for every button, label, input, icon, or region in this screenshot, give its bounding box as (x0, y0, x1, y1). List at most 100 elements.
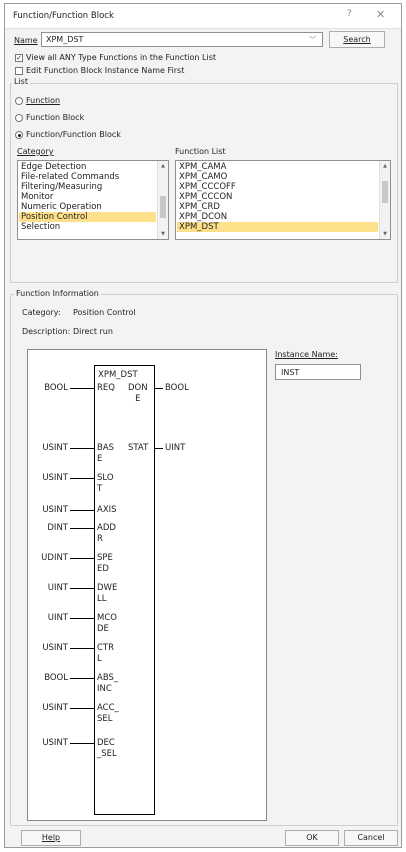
input-type-label: DINT (47, 523, 68, 533)
input-type-label: USINT (42, 703, 68, 713)
input-pin-label: AXIS (97, 505, 117, 515)
list-item[interactable]: Monitor (21, 192, 156, 202)
instance-name-label: Instance Name: (275, 350, 338, 359)
scroll-up-icon[interactable]: ▲ (158, 163, 168, 169)
radio-function-or-block-label[interactable]: Function/Function Block (26, 130, 121, 139)
search-label: Search (343, 35, 371, 44)
list-item[interactable]: XPM_CCCON (179, 192, 378, 202)
info-category-value: Position Control (73, 308, 136, 317)
list-item[interactable]: XPM_DCON (179, 212, 378, 222)
category-list[interactable]: Edge Detection File-related Commands Fil… (17, 160, 169, 240)
info-description-label: Description: (22, 327, 71, 336)
input-type-label: USINT (42, 473, 68, 483)
scroll-up-icon[interactable]: ▲ (380, 163, 390, 169)
list-item-selected[interactable]: Position Control (19, 212, 156, 222)
output-pin-label: DON E (128, 383, 148, 404)
cancel-button[interactable]: Cancel (344, 830, 398, 846)
instance-name-value: INST (281, 368, 300, 377)
edit-instance-first-label[interactable]: Edit Function Block Instance Name First (26, 66, 184, 75)
instance-name-input[interactable]: INST (275, 364, 361, 380)
scrollbar-thumb[interactable] (160, 196, 166, 218)
function-block-dialog: Function/Function Block ? ✕ Name XPM_DST… (4, 3, 402, 848)
input-type-label: UDINT (41, 553, 68, 563)
list-item[interactable]: Filtering/Measuring (21, 182, 156, 192)
input-type-label: UINT (47, 583, 68, 593)
scroll-down-icon[interactable]: ▼ (380, 231, 390, 237)
input-pin-label: SPE ED (97, 553, 113, 574)
scroll-down-icon[interactable]: ▼ (158, 231, 168, 237)
chevron-down-icon[interactable]: ﹀ (309, 35, 316, 45)
radio-function-or-block[interactable] (15, 131, 23, 139)
output-type-label: BOOL (165, 383, 189, 393)
input-wire (70, 558, 94, 559)
radio-function-block-label[interactable]: Function Block (26, 113, 84, 122)
input-wire (70, 388, 94, 389)
block-name: XPM_DST (98, 370, 138, 380)
search-button[interactable]: Search (329, 31, 385, 48)
output-pin-label: STAT (128, 443, 149, 453)
category-label: Category (17, 147, 54, 156)
input-pin-label: CTR L (97, 643, 115, 664)
function-list[interactable]: XPM_CAMA XPM_CAMO XPM_CCCOFF XPM_CCCON X… (175, 160, 391, 240)
scrollbar-thumb[interactable] (382, 181, 388, 203)
close-icon[interactable]: ✕ (376, 8, 385, 21)
input-pin-label: ABS_ INC (97, 673, 119, 694)
list-item[interactable]: XPM_CAMA (179, 162, 378, 172)
input-wire (70, 510, 94, 511)
edit-instance-first-checkbox[interactable] (15, 67, 23, 75)
input-wire (70, 648, 94, 649)
list-item[interactable]: XPM_CRD (179, 202, 378, 212)
ok-button[interactable]: OK (285, 830, 339, 846)
category-scrollbar[interactable]: ▲ ▼ (157, 161, 168, 239)
input-type-label: USINT (42, 443, 68, 453)
input-wire (70, 708, 94, 709)
info-category-label: Category: (22, 308, 61, 317)
view-all-checkbox[interactable]: ✓ (15, 54, 23, 62)
input-type-label: UINT (47, 613, 68, 623)
name-value: XPM_DST (46, 35, 84, 44)
list-item[interactable]: XPM_CAMO (179, 172, 378, 182)
function-list-label: Function List (175, 147, 226, 156)
list-group-title: List (12, 77, 30, 86)
list-item[interactable]: Numeric Operation (21, 202, 156, 212)
output-wire (155, 388, 163, 389)
input-type-label: BOOL (44, 383, 68, 393)
input-pin-label: ADD R (97, 523, 116, 544)
name-combobox[interactable]: XPM_DST ﹀ (41, 32, 323, 47)
list-item[interactable]: File-related Commands (21, 172, 156, 182)
input-type-label: BOOL (44, 673, 68, 683)
output-wire (155, 448, 163, 449)
help-button[interactable]: Help (21, 830, 81, 846)
input-pin-label: SLO T (97, 473, 114, 494)
input-pin-label: MCO DE (97, 613, 117, 634)
list-item-selected[interactable]: XPM_DST (177, 222, 378, 232)
input-wire (70, 743, 94, 744)
function-info-title: Function Information (14, 289, 101, 298)
input-pin-label: DEC _SEL (97, 738, 117, 759)
info-description-value: Direct run (73, 327, 113, 336)
help-button-label: Help (41, 833, 61, 842)
input-wire (70, 528, 94, 529)
input-type-label: USINT (42, 643, 68, 653)
function-block-diagram: XPM_DST BOOL REQ USINT BAS E USINT SLO T USINT… (27, 349, 267, 821)
output-type-label: UINT (165, 443, 186, 453)
dialog-title: Function/Function Block (13, 11, 114, 21)
help-icon[interactable]: ? (347, 9, 352, 19)
name-label: Name (14, 36, 38, 45)
radio-function[interactable] (15, 97, 23, 105)
input-pin-label: BAS E (97, 443, 115, 464)
input-type-label: USINT (42, 738, 68, 748)
title-bar: Function/Function Block ? ✕ (5, 4, 401, 29)
radio-function-block[interactable] (15, 114, 23, 122)
radio-function-label[interactable]: Function (26, 96, 60, 105)
input-pin-label: DWE LL (97, 583, 118, 604)
input-wire (70, 618, 94, 619)
input-wire (70, 588, 94, 589)
input-wire (70, 678, 94, 679)
input-pin-label: ACC_ SEL (97, 703, 119, 724)
function-scrollbar[interactable]: ▲ ▼ (379, 161, 390, 239)
list-item[interactable]: Edge Detection (21, 162, 156, 172)
list-item[interactable]: XPM_CCCOFF (179, 182, 378, 192)
list-item[interactable]: Selection (21, 222, 156, 232)
view-all-label[interactable]: View all ANY Type Functions in the Funct… (26, 53, 216, 62)
